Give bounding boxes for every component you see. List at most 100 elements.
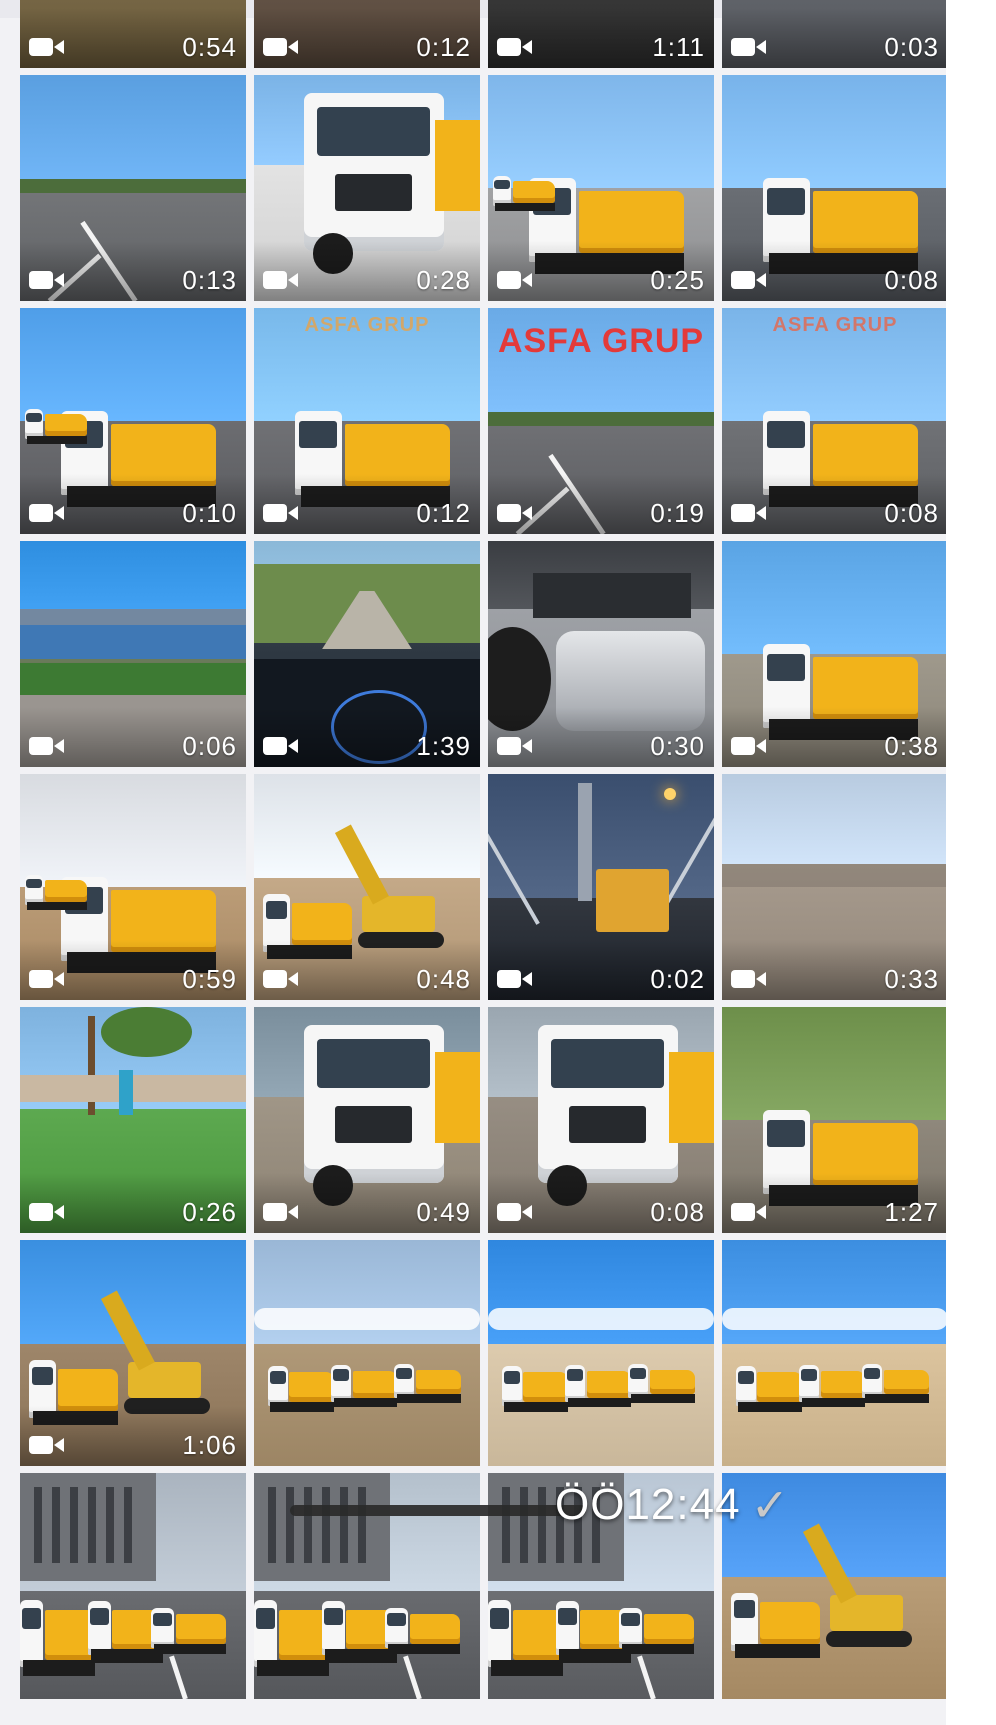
video-thumbnail[interactable]: ASFA GRUP 0:12 <box>254 308 480 534</box>
clouds <box>488 1307 714 1331</box>
video-thumbnail[interactable]: 0:13 <box>20 75 246 301</box>
video-camera-icon <box>497 36 533 58</box>
video-thumbnail[interactable]: 1:06 <box>20 1240 246 1466</box>
truck-grille <box>335 1106 413 1143</box>
dump-truck <box>151 1607 228 1654</box>
video-thumbnail[interactable]: 1:11 <box>488 0 714 68</box>
video-thumbnail[interactable]: 0:54 <box>20 0 246 68</box>
video-thumbnail[interactable] <box>488 1240 714 1466</box>
dump-truck <box>254 1599 331 1677</box>
video-badge: 0:10 <box>29 498 237 528</box>
thumbnail-sky <box>722 75 948 188</box>
video-badge: 1:06 <box>29 1430 237 1460</box>
video-badge: 0:33 <box>731 964 939 994</box>
video-badge: 0:49 <box>263 1197 471 1227</box>
video-badge: 0:06 <box>29 731 237 761</box>
video-camera-icon <box>731 502 767 524</box>
video-duration: 0:26 <box>182 1196 237 1227</box>
video-thumbnail[interactable]: ASFA GRUP 0:08 <box>722 308 948 534</box>
video-camera-icon <box>497 502 533 524</box>
video-badge: 0:13 <box>29 265 237 295</box>
video-thumbnail[interactable]: 0:03 <box>722 0 948 68</box>
video-badge: 0:26 <box>29 1197 237 1227</box>
message-timestamp: ÖÖ12:44 ✓ <box>555 1477 789 1533</box>
video-camera-icon <box>29 36 65 58</box>
thumbnail-sky <box>722 541 948 654</box>
video-thumbnail[interactable]: 1:39 <box>254 541 480 767</box>
video-duration: 0:08 <box>884 264 939 295</box>
clouds <box>254 1307 480 1331</box>
street-light <box>664 787 677 800</box>
video-thumbnail[interactable]: 0:59 <box>20 774 246 1000</box>
video-thumbnail[interactable]: 0:33 <box>722 774 948 1000</box>
video-badge: 0:12 <box>263 498 471 528</box>
dump-truck <box>619 1607 696 1654</box>
apartment-windows <box>267 1486 377 1564</box>
video-thumbnail[interactable]: 0:08 <box>488 1007 714 1233</box>
video-thumbnail[interactable]: ASFA GRUP 0:19 <box>488 308 714 534</box>
video-badge: 0:38 <box>731 731 939 761</box>
video-badge: 0:08 <box>731 265 939 295</box>
video-badge: 0:59 <box>29 964 237 994</box>
video-badge: 0:02 <box>497 964 705 994</box>
dump-box-edge <box>434 120 480 211</box>
video-badge: 0:08 <box>731 498 939 528</box>
video-duration: 0:28 <box>416 264 471 295</box>
video-thumbnail[interactable]: 0:48 <box>254 774 480 1000</box>
home-indicator[interactable] <box>290 1505 586 1516</box>
video-camera-icon <box>263 502 299 524</box>
truck-grille <box>335 174 413 211</box>
video-duration: 0:12 <box>416 31 471 62</box>
hills <box>20 608 246 625</box>
video-thumbnail[interactable]: 0:49 <box>254 1007 480 1233</box>
bridge-tower <box>578 783 592 901</box>
video-badge: 0:08 <box>497 1197 705 1227</box>
dump-truck <box>628 1364 696 1403</box>
video-thumbnail[interactable]: 0:10 <box>20 308 246 534</box>
video-camera-icon <box>263 36 299 58</box>
buildings <box>20 1074 246 1102</box>
video-thumbnail[interactable]: 0:02 <box>488 774 714 1000</box>
watermark-text: ASFA GRUP <box>497 322 705 360</box>
video-camera-icon <box>29 735 65 757</box>
dump-truck <box>798 1365 867 1408</box>
video-thumbnail[interactable]: 0:30 <box>488 541 714 767</box>
video-thumbnail[interactable] <box>722 1240 948 1466</box>
video-duration: 0:25 <box>650 264 705 295</box>
video-duration: 0:38 <box>884 730 939 761</box>
video-thumbnail[interactable]: 0:12 <box>254 0 480 68</box>
treeline <box>488 411 714 426</box>
video-duration: 1:06 <box>182 1429 237 1460</box>
right-margin <box>946 0 996 1725</box>
video-thumbnail[interactable]: 0:08 <box>722 75 948 301</box>
video-thumbnail[interactable]: 0:26 <box>20 1007 246 1233</box>
video-duration: 0:02 <box>650 963 705 994</box>
video-thumbnail[interactable]: 0:06 <box>20 541 246 767</box>
video-gallery-screen: 0:54 0:12 1:11 0:03 0:13 0:28 0:25 0:08 0:10 ASFA… <box>0 0 996 1725</box>
check-icon: ✓ <box>750 1479 790 1531</box>
video-camera-icon <box>731 735 767 757</box>
video-thumbnail[interactable] <box>254 1240 480 1466</box>
video-badge: 0:30 <box>497 731 705 761</box>
apartment-windows <box>33 1486 143 1564</box>
dump-truck <box>564 1365 633 1408</box>
video-camera-icon <box>731 968 767 990</box>
video-duration: 0:59 <box>182 963 237 994</box>
video-thumbnail[interactable]: 0:38 <box>722 541 948 767</box>
video-duration: 0:08 <box>650 1196 705 1227</box>
excavator-tracks <box>825 1631 912 1647</box>
video-thumbnail[interactable]: 1:27 <box>722 1007 948 1233</box>
dump-truck <box>385 1607 462 1654</box>
video-thumbnail[interactable]: 0:28 <box>254 75 480 301</box>
thumbnail-sky <box>722 1007 948 1120</box>
video-badge: 0:54 <box>29 32 237 62</box>
video-duration: 0:33 <box>884 963 939 994</box>
video-thumbnail[interactable] <box>20 1473 246 1699</box>
dump-truck <box>20 1599 97 1677</box>
video-thumbnail[interactable]: 0:25 <box>488 75 714 301</box>
video-camera-icon <box>263 968 299 990</box>
thumbnail-sky <box>722 774 948 865</box>
video-camera-icon <box>497 1201 533 1223</box>
dump-truck <box>267 1365 336 1412</box>
video-camera-icon <box>497 735 533 757</box>
